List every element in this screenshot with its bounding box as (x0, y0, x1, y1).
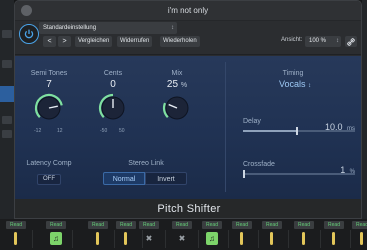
window-title: i'm not only (167, 6, 209, 15)
fader-icon (332, 232, 335, 245)
automation-read-button[interactable]: Read (88, 221, 108, 229)
stereo-link-invert-button[interactable]: Invert (145, 172, 187, 185)
latency-comp-toggle[interactable]: OFF (37, 174, 61, 185)
preset-select[interactable]: Standardeinstellung ↕ (39, 22, 177, 34)
fader-icon (14, 232, 17, 245)
chevron-updown-icon: ↕ (171, 25, 174, 31)
fader-icon (240, 232, 243, 245)
panel-divider (225, 62, 226, 192)
automation-read-button[interactable]: Read (202, 221, 222, 229)
chevron-updown-icon: ↕ (336, 38, 339, 44)
mix-knob[interactable] (160, 91, 194, 125)
strip-separator (72, 230, 73, 248)
automation-read-button[interactable]: Read (116, 221, 136, 229)
strip-separator (114, 230, 115, 248)
timing-value: Vocals (278, 79, 306, 89)
crossfade-slider-handle[interactable] (243, 170, 246, 178)
view-label: Ansicht: (281, 37, 303, 43)
mix-unit: % (180, 82, 188, 89)
automation-read-button[interactable]: Read (6, 221, 26, 229)
link-icon (347, 37, 355, 46)
strip-separator (258, 230, 259, 248)
semitones-knob[interactable] (32, 91, 66, 125)
channel-strip-row: Read Read ♫ Read Read Read ✖ Read ✖ Read ♫ Read Read… (0, 219, 367, 250)
titlebar: i'm not only (15, 1, 361, 21)
stereo-link-label: Stereo Link (128, 160, 164, 167)
previous-preset-button[interactable]: < (43, 36, 56, 47)
automation-read-button[interactable]: Read (232, 221, 252, 229)
plugin-footer: Pitch Shifter (15, 199, 361, 218)
strip-separator (228, 230, 229, 248)
zoom-value: 100 % (309, 38, 327, 44)
slot (2, 60, 12, 68)
automation-read-button[interactable]: Read (139, 221, 159, 229)
compare-button[interactable]: Vergleichen (75, 36, 113, 47)
strip-separator (165, 230, 166, 248)
undo-button[interactable]: Widerrufen (117, 36, 153, 47)
cents-min: -50 (100, 128, 108, 134)
mix-number: 25 (166, 79, 179, 90)
fader-icon (124, 232, 127, 245)
cross-icon: ✖ (178, 234, 186, 243)
slot (2, 130, 12, 138)
preset-label: Standardeinstellung (43, 25, 97, 31)
delay-label: Delay (243, 118, 261, 125)
strip-separator (32, 230, 33, 248)
strip-separator (198, 230, 199, 248)
delay-value: 10.0 ms (305, 117, 355, 135)
crossfade-slider[interactable] (243, 173, 355, 175)
fader-icon (96, 232, 99, 245)
cents-label: Cents (103, 70, 123, 77)
automation-read-button[interactable]: Read (172, 221, 192, 229)
crossfade-value: 1 % (305, 160, 355, 178)
latency-comp-label: Latency Comp (26, 160, 72, 167)
automation-read-button[interactable]: Read (294, 221, 314, 229)
power-button[interactable] (19, 24, 39, 44)
cents-value: 0 (110, 79, 116, 90)
next-preset-button[interactable]: > (58, 36, 71, 47)
strip-separator (350, 230, 351, 248)
plugin-name: Pitch Shifter (157, 203, 221, 215)
plugin-toolbar: Standardeinstellung ↕ < > Vergleichen Wi… (15, 21, 361, 55)
delay-slider-fill (243, 130, 297, 132)
strip-separator (320, 230, 321, 248)
semitones-value: 7 (46, 79, 52, 90)
fader-icon (360, 232, 363, 245)
plugin-window: i'm not only Standardeinstellung ↕ < > V… (14, 0, 362, 219)
power-icon (24, 29, 34, 39)
cents-knob[interactable] (96, 91, 130, 125)
automation-read-button[interactable]: Read (262, 221, 282, 229)
zoom-select[interactable]: 100 % ↕ (305, 36, 341, 47)
semitones-min: -12 (34, 128, 42, 134)
slot (2, 30, 12, 38)
fader-icon (302, 232, 305, 245)
semitones-max: 12 (57, 128, 63, 134)
pitch-shifter-panel: Semi Tones 7 -12 12 Cents 0 -50 50 Mix 2… (15, 56, 361, 199)
mix-label: Mix (171, 70, 183, 77)
daw-left-strip (0, 0, 14, 250)
link-button[interactable] (345, 36, 357, 47)
instrument-icon: ♫ (50, 232, 62, 245)
semitones-label: Semi Tones (30, 70, 68, 77)
chevron-updown-icon: ↕ (308, 83, 312, 89)
timing-select[interactable]: Vocals ↕ (273, 79, 317, 89)
crossfade-label: Crossfade (243, 161, 275, 168)
selected-track-marker (0, 86, 14, 102)
stereo-link-normal-button[interactable]: Normal (103, 172, 145, 185)
fader-icon (270, 232, 273, 245)
cross-icon: ✖ (145, 234, 153, 243)
strip-separator (288, 230, 289, 248)
automation-read-button[interactable]: Read (352, 221, 367, 229)
cents-max: 50 (119, 128, 125, 134)
delay-slider-handle[interactable] (295, 127, 298, 135)
daw-right-strip (362, 0, 367, 250)
redo-button[interactable]: Wiederholen (160, 36, 200, 47)
automation-read-button[interactable]: Read (324, 221, 344, 229)
instrument-icon: ♫ (206, 232, 218, 245)
mix-value: 25 % (165, 79, 189, 90)
slot (2, 116, 12, 124)
timing-label: Timing (282, 70, 304, 77)
automation-read-button[interactable]: Read (46, 221, 66, 229)
